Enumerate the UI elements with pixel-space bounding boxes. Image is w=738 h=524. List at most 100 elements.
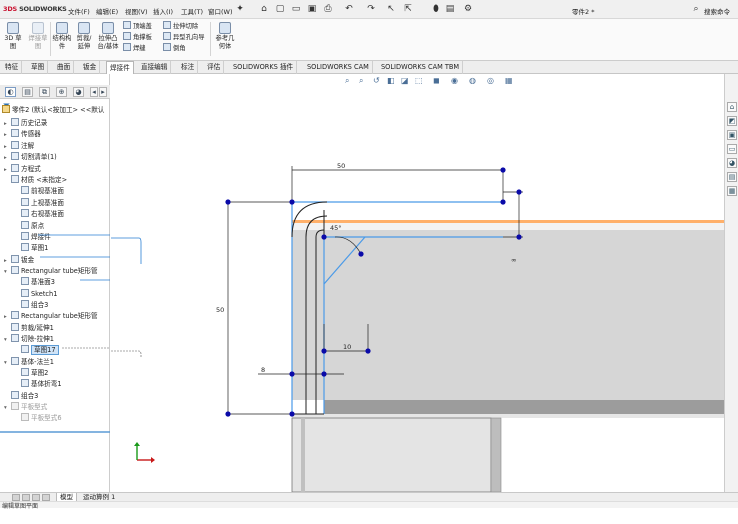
tree-item[interactable]: ▸ Rectangular tube矩形管: [4, 311, 98, 322]
appearances-icon[interactable]: ◕: [727, 158, 737, 168]
tree-item[interactable]: ▸ 注解: [4, 141, 34, 152]
undo-icon[interactable]: ↶: [343, 3, 355, 15]
hole-wizard-button[interactable]: 异型孔向导: [163, 32, 204, 43]
tree-item[interactable]: ▸ 钣金: [4, 255, 34, 266]
search-icon[interactable]: ⌕: [690, 3, 702, 15]
home-pane-icon[interactable]: ⌂: [727, 102, 737, 112]
pin-icon[interactable]: ✦: [234, 3, 246, 15]
rebuild-icon[interactable]: ▤: [444, 3, 456, 15]
dimension-angle[interactable]: 45°: [330, 224, 342, 232]
nav-last-icon[interactable]: [42, 494, 50, 501]
reference-geometry-button[interactable]: 参考几何体: [213, 22, 237, 50]
search-input[interactable]: 搜索命令: [704, 6, 730, 16]
end-cap-button[interactable]: 顶端盖: [123, 21, 152, 32]
tab-weldments[interactable]: 焊接件: [106, 61, 134, 74]
menu-file[interactable]: 文件(F): [68, 6, 90, 16]
resources-icon[interactable]: ◩: [727, 116, 737, 126]
tab-addins[interactable]: SOLIDWORKS 插件: [230, 61, 298, 74]
tree-root-part[interactable]: 零件2 (默认<按加工> <<默认: [2, 105, 104, 116]
nav-first-icon[interactable]: [12, 494, 20, 501]
traffic-light-icon[interactable]: ⬮: [430, 3, 442, 15]
tab-sheet-metal[interactable]: 钣金: [80, 61, 101, 74]
tree-item[interactable]: 草图17: [14, 345, 59, 356]
dimension-top[interactable]: 50: [337, 162, 345, 170]
design-library-icon[interactable]: ▣: [727, 130, 737, 140]
expand-arrow-icon[interactable]: ▸: [4, 312, 11, 323]
tree-item[interactable]: 组合3: [4, 391, 38, 402]
forum-icon[interactable]: ▦: [727, 186, 737, 196]
tree-item[interactable]: 焊接件: [14, 232, 51, 243]
expand-arrow-icon[interactable]: ▾: [4, 358, 11, 369]
extruded-cut-button[interactable]: 拉伸切除: [163, 21, 198, 32]
tab-surfaces[interactable]: 曲面: [54, 61, 75, 74]
tree-item[interactable]: ▾ 切除-拉伸1: [4, 334, 54, 345]
tab-markup[interactable]: 标注: [178, 61, 199, 74]
tree-item[interactable]: 剪裁/延伸1: [4, 323, 54, 334]
gusset-button[interactable]: 角撑板: [123, 32, 152, 43]
expand-arrow-icon[interactable]: ▸: [4, 130, 11, 141]
arrow-select-icon[interactable]: ⇱: [402, 3, 414, 15]
tree-item[interactable]: 上视基准面: [14, 198, 64, 209]
expand-arrow-icon[interactable]: ▾: [4, 403, 11, 414]
home-icon[interactable]: ⌂: [258, 3, 270, 15]
heads-up-toolbar[interactable]: ⌕ ⌕ ↺ ◧ ◪ ⬚ ◼ ◉ ◍ ◎ ▦: [345, 76, 513, 85]
file-explorer-icon[interactable]: ▭: [727, 144, 737, 154]
dimension-right[interactable]: ∞: [511, 256, 516, 264]
tree-item[interactable]: 基准面3: [14, 277, 55, 288]
expand-arrow-icon[interactable]: ▾: [4, 267, 11, 278]
dimxpert-icon[interactable]: ⊕: [56, 87, 67, 97]
tree-item[interactable]: ▾ 平板型式: [4, 402, 47, 413]
print-icon[interactable]: ⎙: [322, 3, 334, 15]
tree-item[interactable]: 原点: [14, 221, 44, 232]
expand-arrow-icon[interactable]: ▸: [4, 153, 11, 164]
redo-icon[interactable]: ↷: [365, 3, 377, 15]
display-manager-icon[interactable]: ◕: [73, 87, 84, 97]
tab-evaluate[interactable]: 评估: [204, 61, 225, 74]
tree-item[interactable]: 组合3: [14, 300, 48, 311]
tab-cam[interactable]: SOLIDWORKS CAM: [304, 61, 373, 74]
chamfer-button[interactable]: 倒角: [163, 43, 186, 54]
weld-sketch-button[interactable]: 焊接草图: [26, 22, 50, 50]
dimension-ten[interactable]: 10: [343, 343, 351, 351]
tree-item[interactable]: 前视基准面: [14, 186, 64, 197]
tree-item[interactable]: 材质 <未指定>: [4, 175, 67, 186]
tree-item[interactable]: 右视基准面: [14, 209, 64, 220]
menu-edit[interactable]: 编辑(E): [96, 6, 118, 16]
tree-item[interactable]: ▸ 方程式: [4, 164, 41, 175]
tree-item[interactable]: 平板型式6: [14, 413, 62, 424]
graphics-area[interactable]: ⌕ ⌕ ↺ ◧ ◪ ⬚ ◼ ◉ ◍ ◎ ▦ 50 50 45° 10 8 ∞: [111, 74, 724, 492]
nav-next-icon[interactable]: [32, 494, 40, 501]
tree-item[interactable]: ▸ 历史记录: [4, 118, 47, 129]
structural-member-button[interactable]: 结构构件: [52, 22, 72, 50]
expand-arrow-icon[interactable]: ▾: [4, 335, 11, 346]
tree-item[interactable]: 基体折弯1: [14, 379, 62, 390]
menu-view[interactable]: 视图(V): [125, 6, 148, 16]
menu-window[interactable]: 窗口(W): [208, 6, 233, 16]
panel-right-arrow-icon[interactable]: ▸: [99, 87, 107, 97]
menu-insert[interactable]: 插入(I): [153, 6, 173, 16]
trim-extend-button[interactable]: 剪裁/延伸: [74, 22, 94, 50]
tree-item[interactable]: ▸ 切割清单(1): [4, 152, 57, 163]
new-document-icon[interactable]: ▢: [274, 3, 286, 15]
dimension-eight[interactable]: 8: [261, 366, 265, 374]
tree-item[interactable]: 草图1: [14, 243, 48, 254]
weld-bead-button[interactable]: 焊缝: [123, 43, 146, 54]
save-icon[interactable]: ▣: [306, 3, 318, 15]
tab-features[interactable]: 特征: [2, 61, 23, 74]
extrude-boss-button[interactable]: 拉伸凸台/基体: [96, 22, 120, 50]
tree-item[interactable]: ▾ 基体-法兰1: [4, 357, 54, 368]
open-folder-icon[interactable]: ▭: [290, 3, 302, 15]
feature-manager-icon[interactable]: ◐: [5, 87, 16, 97]
select-tool-icon[interactable]: ↖: [385, 3, 397, 15]
sketch3d-button[interactable]: 3D 草图: [2, 22, 24, 50]
tree-item[interactable]: Sketch1: [14, 289, 57, 300]
panel-left-arrow-icon[interactable]: ◂: [90, 87, 98, 97]
tree-item[interactable]: ▸ 传感器: [4, 129, 41, 140]
tab-direct-editing[interactable]: 直接编辑: [138, 61, 172, 74]
menu-tools[interactable]: 工具(T): [181, 6, 203, 16]
tab-sketch[interactable]: 草图: [28, 61, 49, 74]
property-manager-icon[interactable]: ▤: [22, 87, 33, 97]
app-logo[interactable]: 3DS SOLIDWORKS: [3, 5, 67, 13]
dimension-left[interactable]: 50: [216, 306, 224, 314]
tree-item[interactable]: ▾ Rectangular tube矩形管: [4, 266, 98, 277]
